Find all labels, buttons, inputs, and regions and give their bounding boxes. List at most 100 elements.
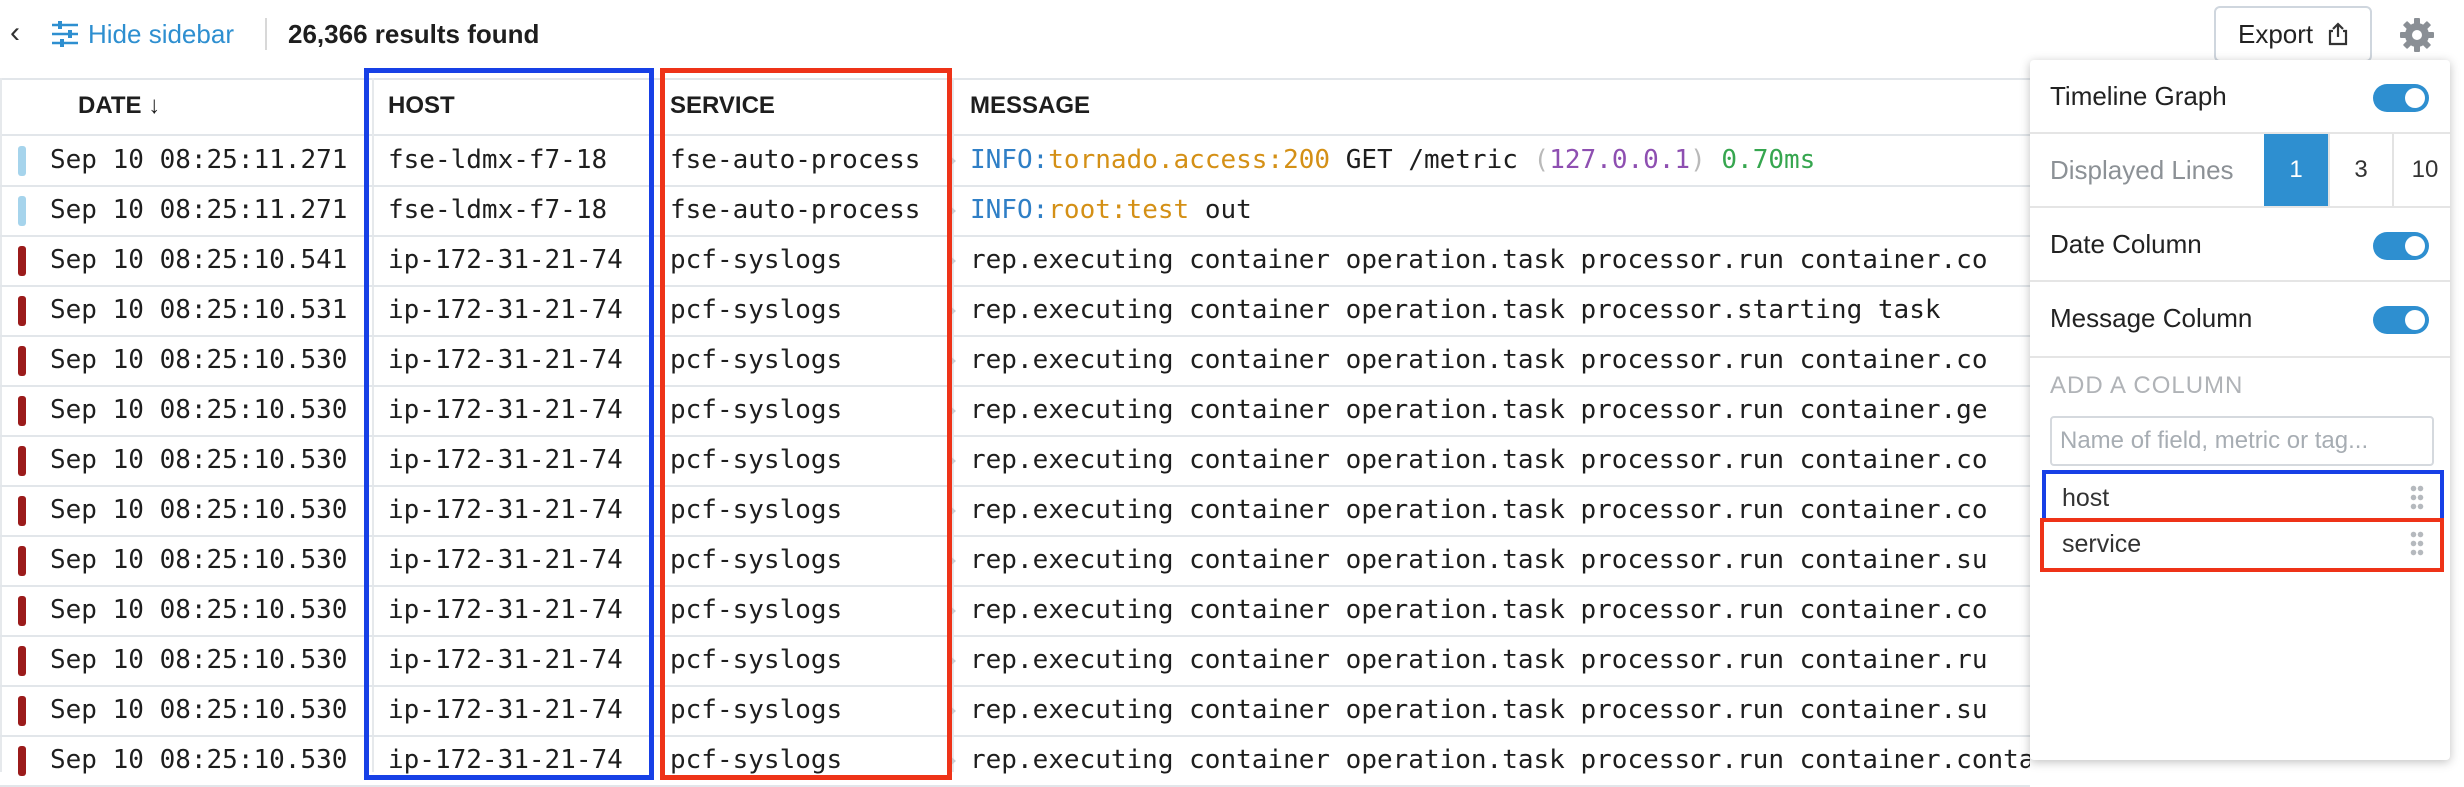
message-token: rep.executing container operation.task p… — [970, 445, 1988, 475]
date-cell: Sep 10 08:25:11.271 — [50, 195, 348, 225]
date-column-toggle[interactable] — [2373, 232, 2429, 260]
displayed-lines-label: Displayed Lines — [2050, 155, 2234, 185]
message-column-toggle[interactable] — [2373, 306, 2429, 334]
table-row[interactable]: Sep 10 08:25:10.531 ip-172-31-21-74 pcf-sy… — [0, 286, 2030, 337]
date-header-label: DATE — [78, 92, 142, 119]
timeline-graph-row: Timeline Graph — [2030, 60, 2450, 132]
date-cell: Sep 10 08:25:10.541 — [50, 245, 348, 275]
message-cell: rep.executing container operation.task p… — [970, 736, 2030, 786]
column-header-message[interactable]: MESSAGE — [970, 78, 1090, 134]
message-token: tornado.access:200 — [1048, 145, 1331, 175]
message-column-row: Message Column — [2030, 282, 2450, 354]
date-column-row: Date Column — [2030, 208, 2450, 280]
results-count: 26,366 results found — [288, 19, 540, 49]
column-header-date[interactable]: DATE ↓ — [78, 78, 160, 134]
host-column-item-highlight — [2042, 470, 2444, 522]
message-token: rep.executing container operation.task p… — [970, 545, 1988, 575]
date-column-label: Date Column — [2050, 229, 2202, 259]
displayed-lines-row: Displayed Lines 1 3 10 — [2030, 134, 2450, 206]
message-cell: INFO:root:test out — [970, 186, 2030, 236]
table-row[interactable]: Sep 10 08:25:11.271 fse-ldmx-f7-18 fse-aut… — [0, 186, 2030, 237]
message-cell: rep.executing container operation.task p… — [970, 436, 2030, 486]
message-token: 127.0.0.1 — [1549, 145, 1691, 175]
export-label: Export — [2238, 18, 2314, 49]
hide-sidebar-button[interactable]: Hide sidebar — [88, 17, 234, 51]
date-cell: Sep 10 08:25:10.530 — [50, 445, 348, 475]
status-indicator — [18, 496, 26, 526]
date-cell: Sep 10 08:25:10.530 — [50, 395, 348, 425]
status-indicator — [18, 596, 26, 626]
status-indicator — [18, 196, 26, 226]
message-token: rep.executing container operation.task p… — [970, 245, 1988, 275]
message-token: rep.executing container operation.task p… — [970, 645, 1988, 675]
export-icon — [2329, 22, 2348, 46]
table-row[interactable]: Sep 10 08:25:10.530 ip-172-31-21-74 pcf-sy… — [0, 386, 2030, 437]
table-row[interactable]: Sep 10 08:25:10.530 ip-172-31-21-74 pcf-sy… — [0, 736, 2030, 787]
date-cell: Sep 10 08:25:10.530 — [50, 495, 348, 525]
table-row[interactable]: Sep 10 08:25:10.541 ip-172-31-21-74 pcf-sy… — [0, 236, 2030, 287]
message-token: INFO: — [970, 195, 1049, 225]
sliders-icon[interactable] — [50, 20, 80, 48]
table-row[interactable]: Sep 10 08:25:10.530 ip-172-31-21-74 pcf-sy… — [0, 486, 2030, 537]
message-cell: rep.executing container operation.task p… — [970, 586, 2030, 636]
message-token: rep.executing container operation.task p… — [970, 595, 1988, 625]
add-column-input[interactable] — [2050, 416, 2434, 466]
date-cell: Sep 10 08:25:10.530 — [50, 545, 348, 575]
host-column-highlight — [364, 68, 654, 780]
timeline-graph-toggle[interactable] — [2373, 84, 2429, 112]
table-row[interactable]: Sep 10 08:25:10.530 ip-172-31-21-74 pcf-sy… — [0, 586, 2030, 637]
add-column-title: ADD A COLUMN — [2050, 372, 2244, 399]
message-token: rep.executing container operation.task p… — [970, 295, 1941, 325]
status-indicator — [18, 296, 26, 326]
date-cell: Sep 10 08:25:10.530 — [50, 595, 348, 625]
options-panel: Timeline Graph Displayed Lines 1 3 10 Date… — [2030, 60, 2450, 760]
message-token: rep.executing container operation.task p… — [970, 395, 1988, 425]
message-cell: rep.executing container operation.task p… — [970, 386, 2030, 436]
message-token: out — [1189, 195, 1252, 225]
message-token: rep.executing container operation.task p… — [970, 695, 1988, 725]
message-cell: rep.executing container operation.task p… — [970, 536, 2030, 586]
date-cell: Sep 10 08:25:10.530 — [50, 695, 348, 725]
message-token: root:test — [1048, 195, 1190, 225]
message-token: 0.70ms — [1721, 145, 1816, 175]
message-token: rep.executing container operation.task p… — [970, 345, 1988, 375]
date-cell: Sep 10 08:25:10.530 — [50, 345, 348, 375]
message-cell: rep.executing container operation.task p… — [970, 636, 2030, 686]
status-indicator — [18, 146, 26, 176]
export-button[interactable]: Export — [2214, 6, 2372, 62]
displayed-lines-option-3[interactable]: 3 — [2328, 134, 2392, 206]
message-token: rep.executing container operation.task p… — [970, 495, 1988, 525]
message-cell: rep.executing container operation.task p… — [970, 686, 2030, 736]
status-indicator — [18, 346, 26, 376]
displayed-lines-option-1[interactable]: 1 — [2264, 134, 2328, 206]
chevron-left-icon[interactable]: ‹ — [10, 18, 20, 48]
status-indicator — [18, 696, 26, 726]
date-cell: Sep 10 08:25:10.531 — [50, 295, 348, 325]
message-token: INFO: — [970, 145, 1049, 175]
status-indicator — [18, 546, 26, 576]
service-column-highlight — [660, 68, 952, 780]
table-row[interactable]: Sep 10 08:25:10.530 ip-172-31-21-74 pcf-sy… — [0, 336, 2030, 387]
status-indicator — [18, 246, 26, 276]
status-indicator — [18, 396, 26, 426]
message-token: ( — [1533, 145, 1550, 175]
date-cell: Sep 10 08:25:10.530 — [50, 645, 348, 675]
table-row[interactable]: Sep 10 08:25:10.530 ip-172-31-21-74 pcf-sy… — [0, 536, 2030, 587]
message-cell: rep.executing container operation.task p… — [970, 486, 2030, 536]
gear-icon[interactable] — [2398, 16, 2436, 54]
toolbar: ‹ Hide sidebar 26,366 results found Expo… — [0, 0, 2464, 68]
message-column-label: Message Column — [2050, 303, 2253, 333]
table-row[interactable]: Sep 10 08:25:10.530 ip-172-31-21-74 pcf-sy… — [0, 636, 2030, 687]
sort-arrow-icon: ↓ — [148, 92, 161, 119]
message-cell: rep.executing container operation.task p… — [970, 336, 2030, 386]
message-token: GET /metric — [1330, 145, 1534, 175]
table-row[interactable]: Sep 10 08:25:10.530 ip-172-31-21-74 pcf-sy… — [0, 686, 2030, 737]
status-indicator — [18, 446, 26, 476]
table-row[interactable]: Sep 10 08:25:10.530 ip-172-31-21-74 pcf-sy… — [0, 436, 2030, 487]
service-column-item-highlight — [2040, 518, 2444, 572]
status-indicator — [18, 646, 26, 676]
log-table: DATE ↓ HOST SERVICE MESSAGE Sep 10 08:25… — [0, 78, 2030, 787]
table-row[interactable]: Sep 10 08:25:11.271 fse-ldmx-f7-18 fse-aut… — [0, 136, 2030, 187]
timeline-graph-label: Timeline Graph — [2050, 81, 2227, 111]
displayed-lines-option-10[interactable]: 10 — [2392, 134, 2456, 206]
